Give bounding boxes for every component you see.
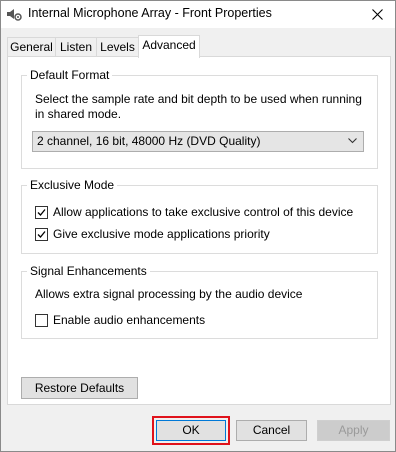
- advanced-panel: Default Format Select the sample rate an…: [7, 56, 391, 405]
- audio-enhancements-checkbox[interactable]: [35, 314, 48, 327]
- speaker-settings-icon: [6, 6, 22, 22]
- restore-defaults-button[interactable]: Restore Defaults: [21, 377, 138, 399]
- apply-button[interactable]: Apply: [317, 420, 390, 441]
- sample-format-dropdown[interactable]: 2 channel, 16 bit, 48000 Hz (DVD Quality…: [32, 131, 364, 152]
- dropdown-value: 2 channel, 16 bit, 48000 Hz (DVD Quality…: [37, 134, 261, 148]
- exclusive-control-checkbox[interactable]: [35, 206, 48, 219]
- group-title: Default Format: [27, 68, 113, 82]
- signal-enhancements-group: Signal Enhancements Allows extra signal …: [21, 264, 378, 339]
- default-format-description: Select the sample rate and bit depth to …: [35, 92, 362, 106]
- tab-levels[interactable]: Levels: [96, 37, 139, 56]
- tab-listen[interactable]: Listen: [55, 37, 97, 56]
- tab-general[interactable]: General: [7, 37, 56, 56]
- close-icon: [372, 9, 383, 20]
- chevron-down-icon: [348, 138, 357, 144]
- default-format-description-2: in shared mode.: [35, 107, 122, 121]
- group-title: Exclusive Mode: [27, 178, 118, 192]
- checkmark-icon: [37, 231, 46, 238]
- window-title: Internal Microphone Array - Front Proper…: [28, 6, 272, 20]
- checkbox-label: Allow applications to take exclusive con…: [53, 205, 354, 219]
- tab-advanced[interactable]: Advanced: [138, 35, 200, 58]
- checkbox-label: Enable audio enhancements: [53, 313, 206, 327]
- tab-strip: General Listen Levels Advanced: [1, 35, 395, 58]
- checkmark-icon: [37, 209, 46, 216]
- signal-enhancements-description: Allows extra signal processing by the au…: [35, 287, 303, 301]
- properties-window: Internal Microphone Array - Front Proper…: [0, 0, 396, 452]
- cancel-button[interactable]: Cancel: [236, 420, 307, 441]
- exclusive-priority-checkbox[interactable]: [35, 228, 48, 241]
- group-title: Signal Enhancements: [27, 264, 150, 278]
- title-bar[interactable]: Internal Microphone Array - Front Proper…: [1, 1, 395, 28]
- checkbox-label: Give exclusive mode applications priorit…: [53, 227, 270, 241]
- close-button[interactable]: [361, 1, 395, 28]
- default-format-group: Default Format Select the sample rate an…: [21, 68, 378, 169]
- exclusive-mode-group: Exclusive Mode Allow applications to tak…: [21, 178, 378, 254]
- ok-button[interactable]: OK: [152, 416, 230, 445]
